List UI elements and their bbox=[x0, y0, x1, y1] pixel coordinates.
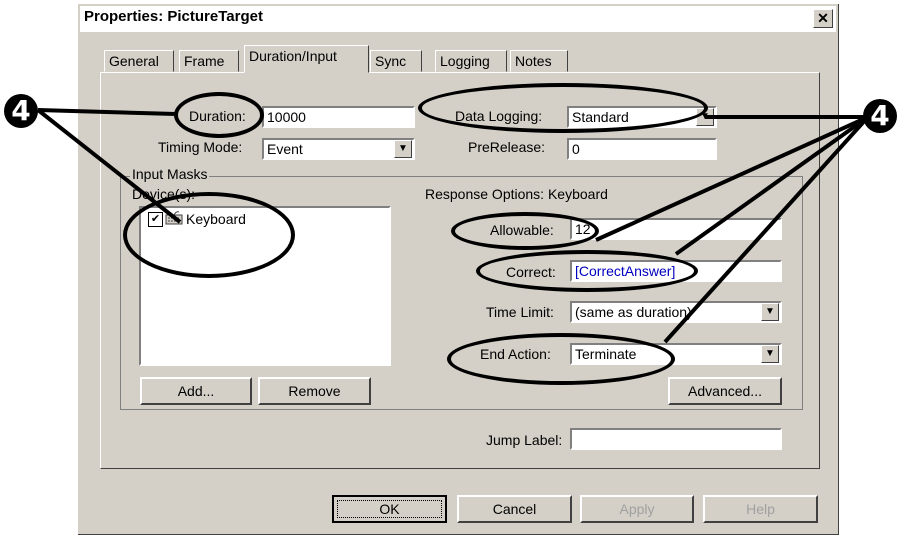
tab-duration-input[interactable]: Duration/Input bbox=[244, 45, 369, 73]
annotation-badge-left: 4 bbox=[4, 94, 38, 128]
annotation-badge-right: 4 bbox=[863, 99, 897, 133]
annotation-lines bbox=[36, 108, 870, 344]
